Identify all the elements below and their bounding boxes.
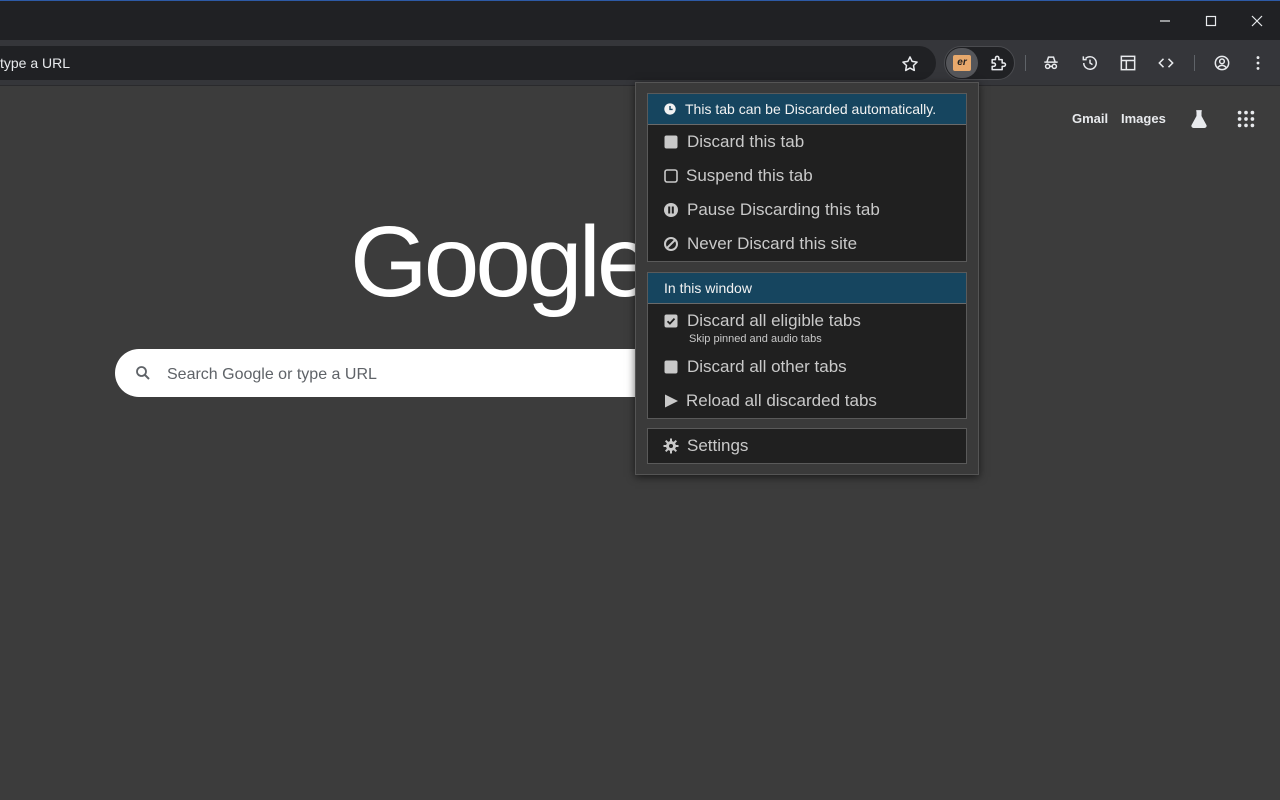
square-icon — [664, 135, 678, 149]
more-menu-icon[interactable] — [1248, 53, 1268, 73]
gear-icon — [663, 438, 679, 454]
pause-circle-icon — [664, 203, 678, 217]
reload-all-discarded-item[interactable]: Reload all discarded tabs — [648, 384, 966, 418]
reading-list-icon[interactable] — [1118, 53, 1138, 73]
bookmark-star-icon[interactable] — [900, 54, 920, 74]
discard-this-tab-item[interactable]: Discard this tab — [648, 125, 966, 159]
discard-extension-popup: This tab can be Discarded automatically.… — [635, 82, 979, 475]
incognito-icon[interactable] — [1041, 53, 1061, 73]
status-header: This tab can be Discarded automatically. — [648, 94, 966, 125]
settings-group: Settings — [647, 428, 967, 464]
play-icon — [665, 394, 678, 408]
discard-all-other-label: Discard all other tabs — [687, 357, 847, 376]
google-logo: Google — [350, 206, 652, 318]
window-actions-group: In this window Discard all eligible tabs… — [647, 272, 967, 419]
code-icon[interactable] — [1156, 53, 1176, 73]
toolbar-separator — [1194, 55, 1195, 71]
history-icon[interactable] — [1080, 53, 1100, 73]
window-header: In this window — [648, 273, 966, 304]
discard-all-other-item[interactable]: Discard all other tabs — [648, 350, 966, 384]
suspend-this-tab-label: Suspend this tab — [686, 166, 813, 185]
search-icon — [136, 366, 150, 380]
never-discard-site-item[interactable]: Never Discard this site — [648, 227, 966, 261]
discard-all-eligible-label: Discard all eligible tabs — [687, 311, 861, 330]
maximize-button[interactable] — [1188, 2, 1234, 40]
clock-icon — [664, 103, 676, 115]
pause-discarding-label: Pause Discarding this tab — [687, 200, 880, 219]
images-link[interactable]: Images — [1121, 111, 1166, 126]
suspend-this-tab-item[interactable]: Suspend this tab — [648, 159, 966, 193]
pause-discarding-item[interactable]: Pause Discarding this tab — [648, 193, 966, 227]
profile-icon[interactable] — [1212, 53, 1232, 73]
title-bar — [0, 0, 1280, 40]
address-bar-text: type a URL — [0, 55, 71, 71]
gmail-link[interactable]: Gmail — [1072, 111, 1108, 126]
settings-item[interactable]: Settings — [648, 429, 966, 463]
labs-flask-icon[interactable] — [1188, 108, 1210, 130]
extension-er-icon[interactable]: er — [953, 55, 971, 71]
toolbar-separator — [1025, 55, 1026, 71]
checkbox-checked-icon — [664, 314, 678, 328]
minimize-icon — [1160, 20, 1170, 22]
square-outline-icon — [664, 169, 678, 183]
close-icon — [1251, 15, 1263, 27]
ban-icon — [664, 237, 678, 251]
minimize-button[interactable] — [1142, 2, 1188, 40]
window-header-text: In this window — [664, 280, 752, 296]
maximize-icon — [1205, 15, 1217, 27]
discard-this-tab-label: Discard this tab — [687, 132, 805, 151]
reload-all-discarded-label: Reload all discarded tabs — [686, 391, 877, 410]
address-bar[interactable]: type a URL — [0, 46, 936, 80]
tab-actions-group: This tab can be Discarded automatically.… — [647, 93, 967, 262]
apps-grid-icon[interactable] — [1235, 108, 1257, 130]
never-discard-site-label: Never Discard this site — [687, 234, 858, 253]
status-text: This tab can be Discarded automatically. — [685, 101, 937, 117]
discard-all-eligible-item[interactable]: Discard all eligible tabs Skip pinned an… — [648, 304, 966, 350]
square-icon — [664, 360, 678, 374]
discard-all-eligible-sublabel: Skip pinned and audio tabs — [689, 333, 822, 345]
puzzle-icon[interactable] — [988, 53, 1008, 73]
search-input[interactable]: Search Google or type a URL — [167, 366, 377, 384]
close-button[interactable] — [1234, 2, 1280, 40]
settings-label: Settings — [687, 436, 749, 455]
